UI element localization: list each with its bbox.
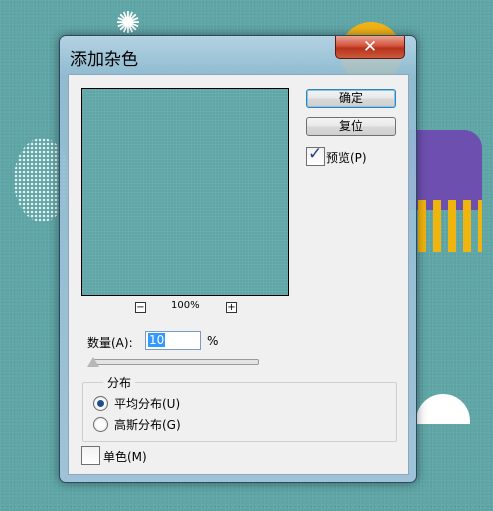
dialog-body: − 100% + 确定 复位 ✓ 预览(P) 数量(A): 10 % 分布 平均… <box>68 74 409 475</box>
amount-unit: % <box>207 334 219 348</box>
preview-checkbox[interactable]: ✓ <box>306 144 325 166</box>
amount-slider[interactable] <box>91 359 259 365</box>
add-noise-dialog: 添加杂色 ✕ − 100% + 确定 复位 ✓ 预览(P) 数量(A): 10 … <box>59 35 417 483</box>
ok-button[interactable]: 确定 <box>306 89 396 108</box>
gaussian-label: 高斯分布(G) <box>114 418 181 432</box>
dome-decoration <box>416 394 470 424</box>
close-icon: ✕ <box>362 37 378 57</box>
amount-input[interactable]: 10 <box>145 331 201 350</box>
preview-area[interactable] <box>81 88 289 296</box>
distribution-title: 分布 <box>103 374 136 391</box>
amount-label: 数量(A): <box>87 336 133 350</box>
amount-value: 10 <box>148 333 166 347</box>
zoom-level: 100% <box>171 300 200 311</box>
distribution-group <box>82 382 397 442</box>
zoom-in-button[interactable]: + <box>226 302 237 313</box>
monochromatic-label: 单色(M) <box>103 450 147 464</box>
gaussian-radio[interactable] <box>93 417 108 432</box>
monochromatic-checkbox[interactable] <box>81 446 100 465</box>
title-bar[interactable]: 添加杂色 ✕ <box>60 36 416 70</box>
close-button[interactable]: ✕ <box>335 36 405 59</box>
checkmark-icon: ✓ <box>308 144 323 164</box>
purple-shape-decoration <box>408 130 482 210</box>
uniform-label: 平均分布(U) <box>114 397 181 411</box>
reset-button[interactable]: 复位 <box>306 117 396 136</box>
stripes-decoration <box>418 200 482 252</box>
dialog-title: 添加杂色 <box>70 50 138 70</box>
uniform-radio[interactable] <box>93 396 108 411</box>
sparkle-decoration: ✺ <box>115 6 141 41</box>
zoom-out-button[interactable]: − <box>135 302 146 313</box>
preview-label: 预览(P) <box>326 151 367 165</box>
amount-slider-thumb[interactable] <box>87 357 99 367</box>
